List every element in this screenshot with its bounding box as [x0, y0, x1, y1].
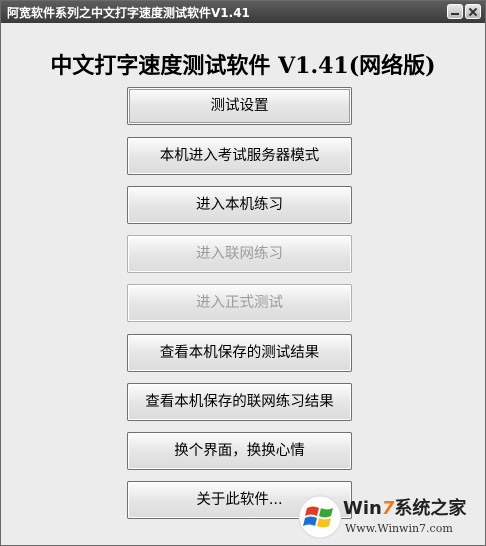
network-practice-button[interactable]: 进入联网练习 — [127, 235, 352, 273]
watermark: Win7系统之家 Www.Winwin7.com — [295, 488, 485, 545]
title-bar[interactable]: 阿宽软件系列之中文打字速度测试软件V1.41 — [1, 1, 485, 23]
app-window: 阿宽软件系列之中文打字速度测试软件V1.41 中文打字速度测试软件 V1.41(… — [0, 0, 486, 546]
local-practice-button[interactable]: 进入本机练习 — [127, 186, 352, 224]
close-button[interactable] — [465, 4, 481, 19]
app-heading: 中文打字速度测试软件 V1.41(网络版) — [50, 53, 436, 79]
watermark-brand-suffix: 系统之家 — [394, 498, 467, 519]
watermark-brand: Win7系统之家 — [343, 494, 466, 520]
test-settings-button[interactable]: 测试设置 — [127, 87, 352, 125]
windows-logo-icon — [298, 495, 342, 539]
formal-test-button[interactable]: 进入正式测试 — [127, 284, 352, 322]
view-test-results-button[interactable]: 查看本机保存的测试结果 — [127, 334, 352, 372]
watermark-url: Www.Winwin7.com — [345, 522, 453, 535]
view-network-results-button[interactable]: 查看本机保存的联网练习结果 — [127, 383, 352, 421]
minimize-button[interactable] — [447, 4, 463, 19]
exam-server-mode-button[interactable]: 本机进入考试服务器模式 — [127, 137, 352, 175]
watermark-brand-number: 7 — [381, 498, 395, 519]
window-title: 阿宽软件系列之中文打字速度测试软件V1.41 — [7, 6, 250, 20]
watermark-brand-prefix: Win — [343, 498, 382, 519]
change-skin-button[interactable]: 换个界面，换换心情 — [127, 432, 352, 470]
